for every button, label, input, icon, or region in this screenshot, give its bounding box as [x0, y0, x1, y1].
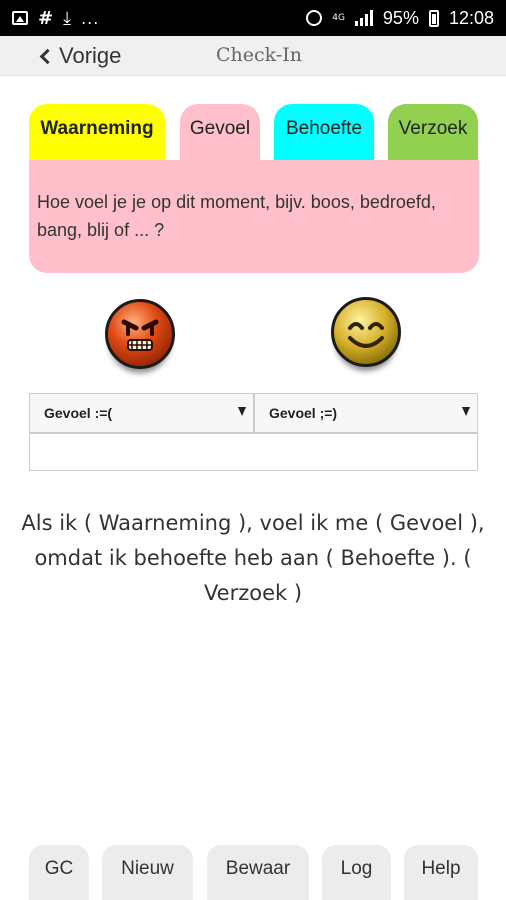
tab-verzoek[interactable]: Verzoek	[388, 104, 478, 164]
more-notifications-icon: ...	[81, 8, 100, 28]
feeling-negative-select[interactable]: Gevoel :=(	[29, 393, 254, 433]
download-icon: ⤓	[63, 7, 72, 29]
tab-behoefte[interactable]: Behoefte	[274, 104, 374, 164]
angry-face-features	[121, 319, 159, 351]
back-button[interactable]: Vorige	[39, 40, 122, 72]
smiling-face-icon[interactable]	[331, 297, 401, 367]
log-button[interactable]: Log	[322, 845, 391, 900]
angry-face-icon[interactable]	[105, 299, 175, 369]
tab-panel: Hoe voel je je op dit moment, bijv. boos…	[29, 160, 479, 273]
status-bar: # ⤓ ... 4G 95% 12:08	[0, 0, 506, 36]
dropdown-arrow-icon	[238, 407, 246, 416]
help-button[interactable]: Help	[404, 845, 478, 900]
page-title: Check-In	[216, 44, 303, 66]
signal-icon	[354, 10, 373, 26]
status-right: 4G 95% 12:08	[306, 8, 494, 29]
gc-button[interactable]: GC	[29, 845, 89, 900]
slack-icon: #	[38, 7, 54, 29]
tab-panel-text: Hoe voel je je op dit moment, bijv. boos…	[37, 192, 436, 240]
alarm-icon	[306, 10, 323, 26]
check-in-sentence: Als ik ( Waarneming ), voel ik me ( Gevo…	[21, 511, 485, 605]
network-type: 4G	[332, 12, 345, 23]
feeling-positive-select[interactable]: Gevoel ;=)	[254, 393, 478, 433]
feeling-input[interactable]	[29, 433, 478, 471]
dropdown-arrow-icon	[462, 407, 470, 416]
tab-waarneming[interactable]: Waarneming	[29, 104, 165, 164]
feeling-positive-value: Gevoel ;=)	[269, 405, 338, 421]
image-icon	[12, 11, 28, 25]
back-label: Vorige	[59, 43, 122, 68]
smiling-face-features	[348, 322, 384, 348]
chevron-left-icon	[39, 48, 56, 65]
save-button[interactable]: Bewaar	[207, 845, 309, 900]
battery-icon	[428, 9, 439, 27]
status-left: # ⤓ ...	[12, 8, 99, 29]
tab-gevoel[interactable]: Gevoel	[180, 104, 260, 164]
feeling-negative-value: Gevoel :=(	[44, 405, 113, 421]
nav-bar: Vorige Check-In	[0, 36, 506, 76]
new-button[interactable]: Nieuw	[102, 845, 193, 900]
clock: 12:08	[448, 7, 494, 28]
battery-percent: 95%	[382, 7, 419, 28]
